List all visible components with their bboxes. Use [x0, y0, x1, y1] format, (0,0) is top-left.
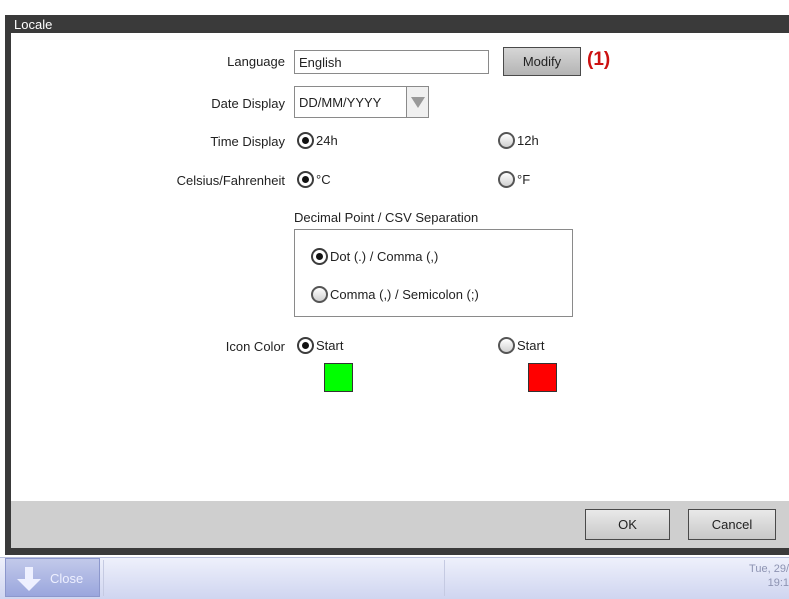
taskbar	[0, 557, 789, 599]
taskbar-datetime: Tue, 29/ 19:1	[749, 562, 789, 590]
fahrenheit-radio[interactable]: °F	[498, 171, 530, 188]
language-label: Language	[227, 54, 285, 69]
time-24h-label: 24h	[316, 133, 338, 148]
language-field[interactable]: English	[294, 50, 489, 74]
modify-button[interactable]: Modify	[503, 47, 581, 76]
radio-unselected-icon	[498, 132, 515, 149]
icon-color-red-radio[interactable]: Start	[498, 337, 544, 354]
radio-unselected-icon	[498, 171, 515, 188]
red-color-swatch	[528, 363, 557, 392]
window-title: Locale	[14, 17, 53, 32]
taskbar-time: 19:1	[767, 577, 789, 589]
time-24h-radio[interactable]: 24h	[297, 132, 338, 149]
date-display-label: Date Display	[211, 96, 285, 111]
decimal-dot-radio[interactable]: Dot (.) / Comma (,)	[311, 248, 438, 265]
decimal-comma-label: Comma (,) / Semicolon (;)	[330, 287, 479, 302]
radio-unselected-icon	[311, 286, 328, 303]
ok-button[interactable]: OK	[585, 509, 670, 540]
radio-selected-icon	[297, 337, 314, 354]
title-bar: Locale	[5, 15, 789, 33]
arrow-down-icon	[17, 567, 41, 591]
decimal-dot-label: Dot (.) / Comma (,)	[330, 249, 439, 264]
fahrenheit-label: °F	[517, 172, 531, 187]
time-display-label: Time Display	[210, 134, 285, 149]
decimal-comma-radio[interactable]: Comma (,) / Semicolon (;)	[311, 286, 479, 303]
radio-unselected-icon	[498, 337, 515, 354]
cancel-button[interactable]: Cancel	[688, 509, 776, 540]
icon-color-green-label: Start	[316, 338, 344, 353]
icon-color-red-label: Start	[517, 338, 545, 353]
date-display-value: DD/MM/YYYY	[299, 95, 382, 110]
taskbar-separator	[103, 560, 104, 596]
close-button[interactable]: Close	[5, 558, 100, 597]
time-12h-label: 12h	[517, 133, 539, 148]
dialog-footer	[11, 501, 789, 548]
taskbar-date: Tue, 29/	[749, 563, 789, 575]
chevron-down-icon[interactable]	[406, 87, 428, 117]
date-display-select[interactable]: DD/MM/YYYY	[294, 86, 429, 118]
celsius-label: °C	[316, 172, 331, 187]
radio-selected-icon	[297, 171, 314, 188]
decimal-group-title: Decimal Point / CSV Separation	[294, 210, 479, 225]
icon-color-green-radio[interactable]: Start	[297, 337, 343, 354]
taskbar-separator	[444, 560, 445, 596]
radio-selected-icon	[297, 132, 314, 149]
decimal-group-box	[294, 229, 573, 317]
temperature-label: Celsius/Fahrenheit	[176, 173, 285, 188]
close-label: Close	[50, 571, 84, 586]
annotation-marker: (1)	[587, 49, 611, 70]
icon-color-label: Icon Color	[225, 339, 285, 354]
radio-selected-icon	[311, 248, 328, 265]
celsius-radio[interactable]: °C	[297, 171, 331, 188]
green-color-swatch	[324, 363, 353, 392]
time-12h-radio[interactable]: 12h	[498, 132, 539, 149]
